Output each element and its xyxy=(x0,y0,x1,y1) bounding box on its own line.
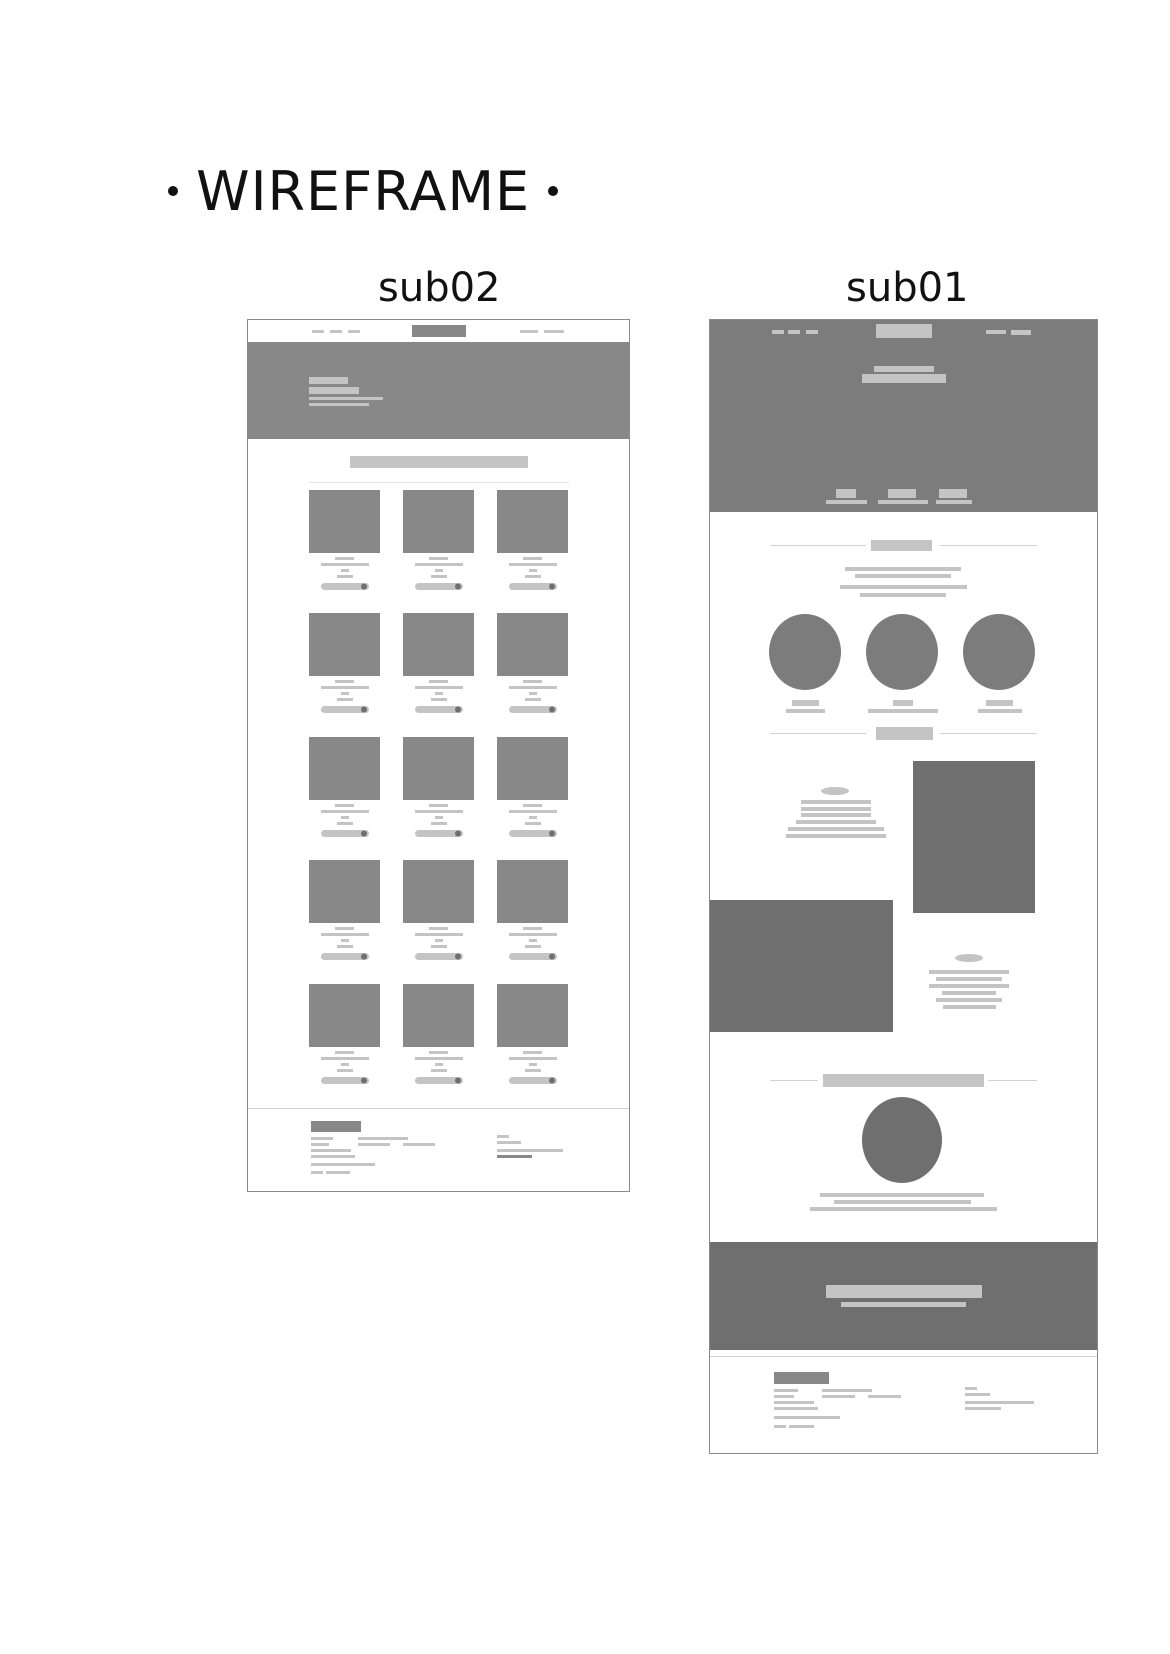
product-card xyxy=(403,737,474,837)
product-card xyxy=(403,984,474,1084)
feature-circle-2 xyxy=(866,614,938,690)
product-card xyxy=(309,737,380,837)
feature-circle-1 xyxy=(769,614,841,690)
product-card xyxy=(497,984,568,1084)
nav-bar xyxy=(312,325,564,337)
wireframe-sub01 xyxy=(709,319,1098,1454)
frame-label-sub01: sub01 xyxy=(846,265,969,311)
page-title: WIREFRAME xyxy=(168,160,559,223)
product-card xyxy=(497,490,568,590)
product-card xyxy=(403,613,474,713)
product-card xyxy=(497,860,568,960)
frame-label-sub02: sub02 xyxy=(378,265,501,311)
product-card xyxy=(309,984,380,1084)
feature-circle-3 xyxy=(963,614,1035,690)
filter-bar xyxy=(350,456,528,468)
wireframe-sub01-drawing xyxy=(710,320,1097,1428)
footer-logo xyxy=(774,1372,829,1384)
wireframe-sub02 xyxy=(247,319,630,1192)
footer-logo xyxy=(311,1121,361,1132)
product-card xyxy=(497,613,568,713)
title-text: WIREFRAME xyxy=(196,160,531,223)
hero-banner xyxy=(710,320,1097,512)
bullet-right xyxy=(548,186,559,197)
product-card xyxy=(403,860,474,960)
product-grid xyxy=(309,490,568,1084)
product-card xyxy=(309,490,380,590)
wireframe-sub02-drawing xyxy=(248,325,629,1174)
bullet-left xyxy=(168,186,178,197)
product-card xyxy=(309,613,380,713)
content-image-2 xyxy=(710,900,893,1032)
product-card xyxy=(497,737,568,837)
profile-circle xyxy=(862,1097,942,1183)
product-card xyxy=(309,860,380,960)
content-image-1 xyxy=(913,761,1035,913)
product-card xyxy=(403,490,474,590)
hero-banner xyxy=(248,342,629,439)
